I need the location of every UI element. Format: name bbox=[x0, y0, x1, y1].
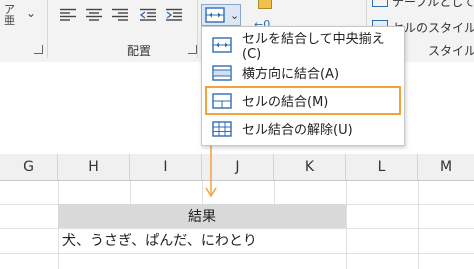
grid-line bbox=[130, 181, 131, 204]
menu-item-label: セル結合の解除(U) bbox=[242, 123, 353, 138]
merge-and-center-button[interactable]: ⌄ bbox=[201, 4, 241, 26]
align-right-button[interactable] bbox=[109, 6, 131, 24]
decrease-indent-icon bbox=[139, 8, 156, 21]
grid-line bbox=[274, 181, 275, 204]
menu-item-merge-across[interactable]: 横方向に結合(A) bbox=[206, 59, 400, 86]
column-header-k[interactable]: K bbox=[274, 154, 346, 180]
column-header-l[interactable]: L bbox=[346, 154, 418, 180]
alignment-dialog-launcher-icon[interactable] bbox=[188, 45, 197, 54]
column-header-m[interactable]: M bbox=[418, 154, 474, 180]
format-as-table-button[interactable]: テーブルとして書 bbox=[372, 0, 474, 9]
merge-dropdown-menu: セルを結合して中央揃え(C) 横方向に結合(A) セルの結合(M) セル結合の解… bbox=[201, 26, 405, 146]
grid-line bbox=[202, 181, 203, 204]
column-header-h[interactable]: H bbox=[58, 154, 130, 180]
grid-line bbox=[346, 181, 347, 269]
accounting-format-icon[interactable] bbox=[258, 0, 272, 9]
alignment-group-label: 配置 bbox=[127, 44, 152, 58]
cell-h-data[interactable]: 犬、うさぎ、ぱんだ、にわとり bbox=[62, 229, 257, 253]
merge-cells-icon bbox=[205, 7, 225, 23]
grid-line bbox=[418, 181, 419, 269]
merge-dropdown-chevron-icon[interactable]: ⌄ bbox=[230, 9, 239, 22]
merge-across-icon bbox=[212, 64, 232, 81]
font-dialog-launcher-icon[interactable] bbox=[34, 45, 43, 54]
table-icon bbox=[372, 0, 388, 7]
menu-item-label: 横方向に結合(A) bbox=[242, 67, 340, 82]
unmerge-cells-icon bbox=[212, 120, 232, 137]
font-group-fragment: ア 亜 bbox=[4, 4, 15, 26]
font-group-chevron[interactable]: ⌄ bbox=[24, 6, 38, 20]
merged-cell-text: 結果 bbox=[188, 209, 216, 225]
column-header-g[interactable]: G bbox=[0, 154, 58, 180]
merge-and-center-icon bbox=[212, 36, 232, 53]
column-header-row: G H I J K L M bbox=[0, 154, 474, 181]
grid-line bbox=[0, 253, 474, 254]
styles-group-label: スタイル bbox=[428, 44, 474, 58]
merged-cell-result[interactable]: 結果 bbox=[58, 204, 346, 228]
group-divider bbox=[197, 0, 198, 58]
align-left-button[interactable] bbox=[57, 6, 79, 24]
phonetic-guide-label: ア 亜 bbox=[4, 3, 15, 27]
menu-item-merge-cells[interactable]: セルの結合(M) bbox=[205, 86, 401, 115]
increase-indent-icon bbox=[166, 8, 182, 21]
align-center-button[interactable] bbox=[83, 6, 105, 24]
decrease-indent-button[interactable] bbox=[137, 6, 159, 24]
align-center-icon bbox=[86, 8, 102, 21]
merge-cells-icon bbox=[212, 92, 232, 109]
menu-item-label: セルの結合(M) bbox=[242, 95, 329, 110]
group-divider bbox=[47, 0, 48, 58]
increase-indent-button[interactable] bbox=[163, 6, 185, 24]
align-left-icon bbox=[60, 8, 76, 21]
align-right-icon bbox=[112, 8, 128, 21]
menu-item-label: セルを結合して中央揃え(C) bbox=[242, 31, 385, 62]
menu-item-unmerge-cells[interactable]: セル結合の解除(U) bbox=[206, 115, 400, 142]
column-header-i[interactable]: I bbox=[130, 154, 202, 180]
menu-item-merge-and-center[interactable]: セルを結合して中央揃え(C) bbox=[206, 31, 400, 62]
